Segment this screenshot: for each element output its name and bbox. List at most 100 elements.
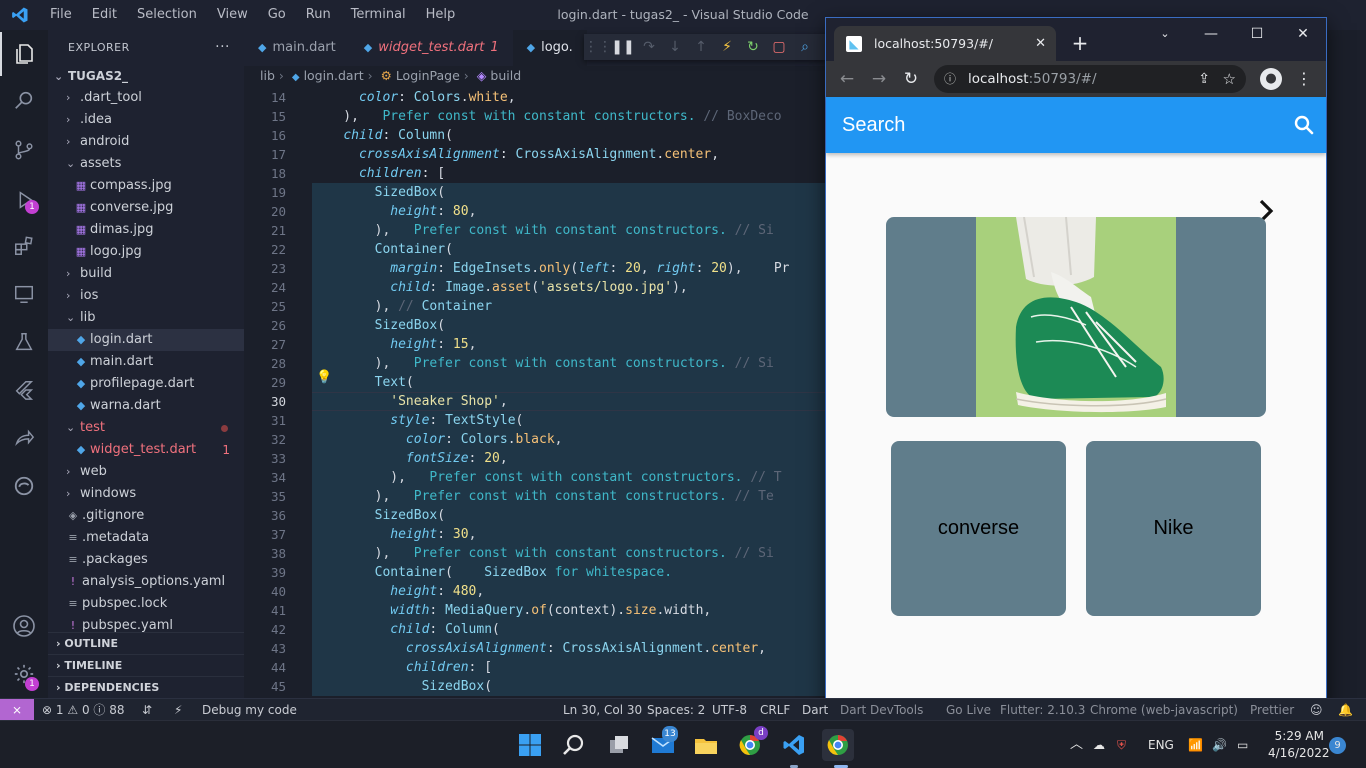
- menu-terminal[interactable]: Terminal: [341, 0, 416, 30]
- flutter-debug-icon[interactable]: ⚡: [174, 699, 182, 721]
- brand-card-converse[interactable]: converse: [891, 441, 1066, 616]
- clock-time[interactable]: 5:29 AM: [1272, 728, 1324, 744]
- tray-overflow-chevron-icon[interactable]: ︿: [1070, 721, 1083, 768]
- notification-count-badge[interactable]: 9: [1329, 737, 1346, 754]
- file-item[interactable]: ◆ profilepage.dart: [48, 373, 244, 395]
- carousel-banner[interactable]: [886, 217, 1266, 417]
- code-editor[interactable]: 14 15 16 17 18 19 20 21 22 23 24 25 26 27 28 29 30 31 32 33…: [244, 86, 826, 698]
- profile-avatar-icon[interactable]: ●: [1260, 68, 1282, 90]
- close-tab-icon[interactable]: ✕: [1035, 26, 1046, 61]
- share-icon[interactable]: ⇪: [1198, 65, 1210, 93]
- breadcrumb-class[interactable]: LoginPage: [396, 68, 460, 83]
- taskbar-search-icon[interactable]: [558, 729, 590, 761]
- debug-target-status[interactable]: Chrome (web-javascript): [1090, 699, 1238, 721]
- dart-devtools-status[interactable]: Dart DevTools: [840, 699, 923, 721]
- flutter-version-status[interactable]: Flutter: 2.10.3: [1000, 699, 1085, 721]
- step-into-icon[interactable]: ↓: [662, 39, 688, 55]
- menu-run[interactable]: Run: [296, 0, 341, 30]
- timeline-section[interactable]: › TIMELINE: [48, 654, 244, 676]
- step-over-icon[interactable]: ↷: [636, 39, 662, 55]
- notifications-bell-icon[interactable]: 🔔: [1338, 699, 1353, 721]
- account-icon[interactable]: [0, 604, 48, 648]
- live-share-icon[interactable]: [0, 416, 48, 460]
- file-item[interactable]: ≡ pubspec.lock: [48, 593, 244, 615]
- cursor-position[interactable]: Ln 30, Col 30: [563, 699, 642, 721]
- minimap-scrollbar[interactable]: [1327, 30, 1366, 698]
- back-icon[interactable]: ←: [836, 68, 858, 90]
- search-icon[interactable]: [1292, 113, 1316, 137]
- file-item[interactable]: ◆ widget_test.dart 1: [48, 439, 244, 461]
- tab-search-chevron-icon[interactable]: ⌄: [1142, 18, 1188, 50]
- file-item[interactable]: ◆ login.dart: [48, 329, 244, 351]
- wifi-icon[interactable]: 📶: [1188, 721, 1203, 768]
- file-item[interactable]: ◈ .gitignore: [48, 505, 244, 527]
- menu-go[interactable]: Go: [258, 0, 296, 30]
- folder-item[interactable]: › .dart_tool: [48, 87, 244, 109]
- encoding[interactable]: UTF-8: [712, 699, 747, 721]
- vscode-taskbar-icon[interactable]: [778, 729, 810, 761]
- go-live-status[interactable]: Go Live: [946, 699, 991, 721]
- bookmark-star-icon[interactable]: ☆: [1223, 65, 1236, 93]
- source-control-icon[interactable]: [0, 128, 48, 172]
- volume-icon[interactable]: 🔊: [1212, 721, 1227, 768]
- file-item[interactable]: ◆ warna.dart: [48, 395, 244, 417]
- search-icon[interactable]: [0, 78, 48, 122]
- remote-indicator-icon[interactable]: ⨯: [0, 699, 34, 721]
- pause-icon[interactable]: ❚❚: [610, 39, 636, 55]
- step-out-icon[interactable]: ↑: [688, 39, 714, 55]
- brand-card-nike[interactable]: Nike: [1086, 441, 1261, 616]
- tab-main-dart[interactable]: ◆ main.dart: [244, 30, 350, 66]
- breadcrumb-lib[interactable]: lib: [260, 68, 275, 83]
- workspace-root[interactable]: ⌄ TUGAS2_: [48, 65, 244, 87]
- folder-item[interactable]: › build: [48, 263, 244, 285]
- file-item[interactable]: ▦ compass.jpg: [48, 175, 244, 197]
- run-debug-icon[interactable]: 1: [0, 178, 48, 222]
- menu-help[interactable]: Help: [416, 0, 466, 30]
- folder-item[interactable]: ⌄ lib: [48, 307, 244, 329]
- site-info-icon[interactable]: ⓘ: [944, 65, 956, 93]
- file-item[interactable]: ≡ .metadata: [48, 527, 244, 549]
- file-explorer-icon[interactable]: [690, 729, 722, 761]
- menu-selection[interactable]: Selection: [127, 0, 207, 30]
- folder-item[interactable]: › ios: [48, 285, 244, 307]
- clock-date[interactable]: 4/16/2022: [1268, 745, 1330, 761]
- indentation[interactable]: Spaces: 2: [647, 699, 705, 721]
- language-mode[interactable]: Dart: [802, 699, 828, 721]
- devtools-search-icon[interactable]: ⌕: [792, 39, 818, 55]
- problems-indicator[interactable]: ⊗ 1 ⚠ 0 ⓘ 88: [42, 699, 125, 721]
- remote-explorer-icon[interactable]: [0, 272, 48, 316]
- mail-app-icon[interactable]: 13: [647, 726, 679, 761]
- close-window-icon[interactable]: ✕: [1280, 18, 1326, 50]
- tab-widget-test-dart[interactable]: ◆ widget_test.dart 1: [350, 30, 513, 66]
- explorer-icon[interactable]: [0, 32, 48, 76]
- feedback-icon[interactable]: ☺: [1310, 699, 1323, 721]
- breadcrumb-method[interactable]: build: [490, 68, 521, 83]
- chrome-taskbar-icon[interactable]: [822, 729, 854, 761]
- menu-view[interactable]: View: [207, 0, 258, 30]
- edge-devtools-icon[interactable]: [0, 464, 48, 508]
- chrome-profile-icon[interactable]: d: [734, 726, 768, 761]
- run-indicator-icon[interactable]: ⇵: [142, 699, 152, 721]
- folder-item[interactable]: › web: [48, 461, 244, 483]
- drag-handle-icon[interactable]: ⋮⋮: [584, 39, 612, 55]
- reload-icon[interactable]: ↻: [900, 68, 922, 90]
- file-item[interactable]: ≡ .packages: [48, 549, 244, 571]
- windows-start-icon[interactable]: [514, 729, 546, 761]
- stop-icon[interactable]: ▢: [766, 39, 792, 55]
- minimize-icon[interactable]: —: [1188, 18, 1234, 50]
- settings-gear-icon[interactable]: 1: [0, 652, 48, 696]
- outline-section[interactable]: › OUTLINE: [48, 632, 244, 654]
- browser-tab[interactable]: ◣ localhost:50793/#/ ✕: [834, 26, 1056, 61]
- browser-menu-icon[interactable]: ⋮: [1294, 68, 1314, 90]
- folder-item[interactable]: › .idea: [48, 109, 244, 131]
- task-view-icon[interactable]: [603, 729, 635, 761]
- debug-mode-label[interactable]: Debug my code: [202, 699, 297, 721]
- tab-login-dart[interactable]: ◆ logo.: [512, 30, 587, 66]
- folder-item[interactable]: › android: [48, 131, 244, 153]
- forward-icon[interactable]: →: [868, 68, 890, 90]
- file-item[interactable]: ▦ logo.jpg: [48, 241, 244, 263]
- input-language[interactable]: ENG: [1148, 721, 1174, 768]
- file-item[interactable]: ▦ converse.jpg: [48, 197, 244, 219]
- more-actions-icon[interactable]: ···: [215, 30, 230, 65]
- file-item[interactable]: ! analysis_options.yaml: [48, 571, 244, 593]
